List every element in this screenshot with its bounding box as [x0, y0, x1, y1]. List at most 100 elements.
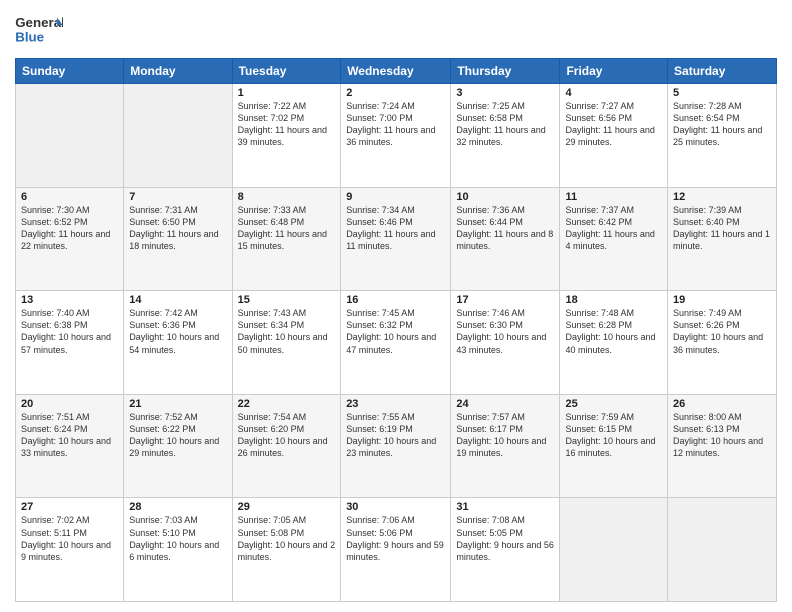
- calendar-cell: 26Sunrise: 8:00 AMSunset: 6:13 PMDayligh…: [668, 394, 777, 498]
- calendar-cell: 23Sunrise: 7:55 AMSunset: 6:19 PMDayligh…: [341, 394, 451, 498]
- day-info: Sunrise: 7:42 AMSunset: 6:36 PMDaylight:…: [129, 307, 226, 356]
- day-number: 25: [565, 398, 662, 410]
- day-number: 21: [129, 398, 226, 410]
- calendar-cell: 22Sunrise: 7:54 AMSunset: 6:20 PMDayligh…: [232, 394, 341, 498]
- calendar-cell: 5Sunrise: 7:28 AMSunset: 6:54 PMDaylight…: [668, 84, 777, 188]
- calendar-cell: 6Sunrise: 7:30 AMSunset: 6:52 PMDaylight…: [16, 187, 124, 291]
- day-header-wednesday: Wednesday: [341, 59, 451, 84]
- day-number: 30: [346, 501, 445, 513]
- day-number: 12: [673, 191, 771, 203]
- day-number: 15: [238, 294, 336, 306]
- day-number: 11: [565, 191, 662, 203]
- day-number: 6: [21, 191, 118, 203]
- day-number: 13: [21, 294, 118, 306]
- day-number: 26: [673, 398, 771, 410]
- logo: General Blue: [15, 10, 67, 50]
- day-info: Sunrise: 8:00 AMSunset: 6:13 PMDaylight:…: [673, 411, 771, 460]
- calendar-cell: 19Sunrise: 7:49 AMSunset: 6:26 PMDayligh…: [668, 291, 777, 395]
- calendar-cell: 31Sunrise: 7:08 AMSunset: 5:05 PMDayligh…: [451, 498, 560, 602]
- calendar-cell: 21Sunrise: 7:52 AMSunset: 6:22 PMDayligh…: [124, 394, 232, 498]
- calendar-cell: 1Sunrise: 7:22 AMSunset: 7:02 PMDaylight…: [232, 84, 341, 188]
- day-number: 16: [346, 294, 445, 306]
- day-info: Sunrise: 7:22 AMSunset: 7:02 PMDaylight:…: [238, 100, 336, 149]
- day-header-friday: Friday: [560, 59, 668, 84]
- calendar-cell: 20Sunrise: 7:51 AMSunset: 6:24 PMDayligh…: [16, 394, 124, 498]
- day-info: Sunrise: 7:34 AMSunset: 6:46 PMDaylight:…: [346, 204, 445, 253]
- day-number: 22: [238, 398, 336, 410]
- day-number: 1: [238, 87, 336, 99]
- calendar-cell: 8Sunrise: 7:33 AMSunset: 6:48 PMDaylight…: [232, 187, 341, 291]
- day-number: 27: [21, 501, 118, 513]
- calendar-cell: 14Sunrise: 7:42 AMSunset: 6:36 PMDayligh…: [124, 291, 232, 395]
- day-info: Sunrise: 7:31 AMSunset: 6:50 PMDaylight:…: [129, 204, 226, 253]
- calendar-cell: 2Sunrise: 7:24 AMSunset: 7:00 PMDaylight…: [341, 84, 451, 188]
- day-info: Sunrise: 7:52 AMSunset: 6:22 PMDaylight:…: [129, 411, 226, 460]
- day-info: Sunrise: 7:33 AMSunset: 6:48 PMDaylight:…: [238, 204, 336, 253]
- day-info: Sunrise: 7:27 AMSunset: 6:56 PMDaylight:…: [565, 100, 662, 149]
- day-number: 5: [673, 87, 771, 99]
- day-number: 4: [565, 87, 662, 99]
- calendar-cell: 3Sunrise: 7:25 AMSunset: 6:58 PMDaylight…: [451, 84, 560, 188]
- day-info: Sunrise: 7:02 AMSunset: 5:11 PMDaylight:…: [21, 514, 118, 563]
- day-number: 2: [346, 87, 445, 99]
- day-info: Sunrise: 7:51 AMSunset: 6:24 PMDaylight:…: [21, 411, 118, 460]
- day-header-thursday: Thursday: [451, 59, 560, 84]
- day-info: Sunrise: 7:40 AMSunset: 6:38 PMDaylight:…: [21, 307, 118, 356]
- day-info: Sunrise: 7:30 AMSunset: 6:52 PMDaylight:…: [21, 204, 118, 253]
- calendar-cell: 13Sunrise: 7:40 AMSunset: 6:38 PMDayligh…: [16, 291, 124, 395]
- day-number: 23: [346, 398, 445, 410]
- week-row-1: 6Sunrise: 7:30 AMSunset: 6:52 PMDaylight…: [16, 187, 777, 291]
- calendar-cell: 16Sunrise: 7:45 AMSunset: 6:32 PMDayligh…: [341, 291, 451, 395]
- day-header-tuesday: Tuesday: [232, 59, 341, 84]
- day-number: 14: [129, 294, 226, 306]
- day-info: Sunrise: 7:36 AMSunset: 6:44 PMDaylight:…: [456, 204, 554, 253]
- day-info: Sunrise: 7:45 AMSunset: 6:32 PMDaylight:…: [346, 307, 445, 356]
- day-info: Sunrise: 7:59 AMSunset: 6:15 PMDaylight:…: [565, 411, 662, 460]
- calendar-cell: 4Sunrise: 7:27 AMSunset: 6:56 PMDaylight…: [560, 84, 668, 188]
- day-info: Sunrise: 7:06 AMSunset: 5:06 PMDaylight:…: [346, 514, 445, 563]
- calendar-cell: [124, 84, 232, 188]
- day-info: Sunrise: 7:03 AMSunset: 5:10 PMDaylight:…: [129, 514, 226, 563]
- day-info: Sunrise: 7:37 AMSunset: 6:42 PMDaylight:…: [565, 204, 662, 253]
- calendar-cell: 15Sunrise: 7:43 AMSunset: 6:34 PMDayligh…: [232, 291, 341, 395]
- calendar-cell: 30Sunrise: 7:06 AMSunset: 5:06 PMDayligh…: [341, 498, 451, 602]
- day-number: 18: [565, 294, 662, 306]
- day-info: Sunrise: 7:08 AMSunset: 5:05 PMDaylight:…: [456, 514, 554, 563]
- calendar-cell: [668, 498, 777, 602]
- day-number: 3: [456, 87, 554, 99]
- day-info: Sunrise: 7:54 AMSunset: 6:20 PMDaylight:…: [238, 411, 336, 460]
- day-number: 20: [21, 398, 118, 410]
- day-number: 8: [238, 191, 336, 203]
- logo-icon: General Blue: [15, 10, 63, 50]
- calendar-cell: [560, 498, 668, 602]
- calendar-cell: 18Sunrise: 7:48 AMSunset: 6:28 PMDayligh…: [560, 291, 668, 395]
- day-number: 28: [129, 501, 226, 513]
- day-header-monday: Monday: [124, 59, 232, 84]
- calendar-cell: [16, 84, 124, 188]
- day-info: Sunrise: 7:46 AMSunset: 6:30 PMDaylight:…: [456, 307, 554, 356]
- day-info: Sunrise: 7:43 AMSunset: 6:34 PMDaylight:…: [238, 307, 336, 356]
- day-info: Sunrise: 7:39 AMSunset: 6:40 PMDaylight:…: [673, 204, 771, 253]
- day-number: 17: [456, 294, 554, 306]
- week-row-0: 1Sunrise: 7:22 AMSunset: 7:02 PMDaylight…: [16, 84, 777, 188]
- day-number: 10: [456, 191, 554, 203]
- week-row-4: 27Sunrise: 7:02 AMSunset: 5:11 PMDayligh…: [16, 498, 777, 602]
- header: General Blue: [15, 10, 777, 50]
- svg-text:Blue: Blue: [15, 29, 44, 44]
- day-number: 7: [129, 191, 226, 203]
- week-row-3: 20Sunrise: 7:51 AMSunset: 6:24 PMDayligh…: [16, 394, 777, 498]
- calendar-cell: 28Sunrise: 7:03 AMSunset: 5:10 PMDayligh…: [124, 498, 232, 602]
- day-number: 19: [673, 294, 771, 306]
- day-header-sunday: Sunday: [16, 59, 124, 84]
- calendar-cell: 17Sunrise: 7:46 AMSunset: 6:30 PMDayligh…: [451, 291, 560, 395]
- calendar-cell: 29Sunrise: 7:05 AMSunset: 5:08 PMDayligh…: [232, 498, 341, 602]
- day-number: 29: [238, 501, 336, 513]
- calendar-cell: 24Sunrise: 7:57 AMSunset: 6:17 PMDayligh…: [451, 394, 560, 498]
- week-row-2: 13Sunrise: 7:40 AMSunset: 6:38 PMDayligh…: [16, 291, 777, 395]
- calendar-cell: 11Sunrise: 7:37 AMSunset: 6:42 PMDayligh…: [560, 187, 668, 291]
- day-info: Sunrise: 7:05 AMSunset: 5:08 PMDaylight:…: [238, 514, 336, 563]
- day-number: 24: [456, 398, 554, 410]
- day-info: Sunrise: 7:48 AMSunset: 6:28 PMDaylight:…: [565, 307, 662, 356]
- calendar-cell: 7Sunrise: 7:31 AMSunset: 6:50 PMDaylight…: [124, 187, 232, 291]
- calendar-cell: 10Sunrise: 7:36 AMSunset: 6:44 PMDayligh…: [451, 187, 560, 291]
